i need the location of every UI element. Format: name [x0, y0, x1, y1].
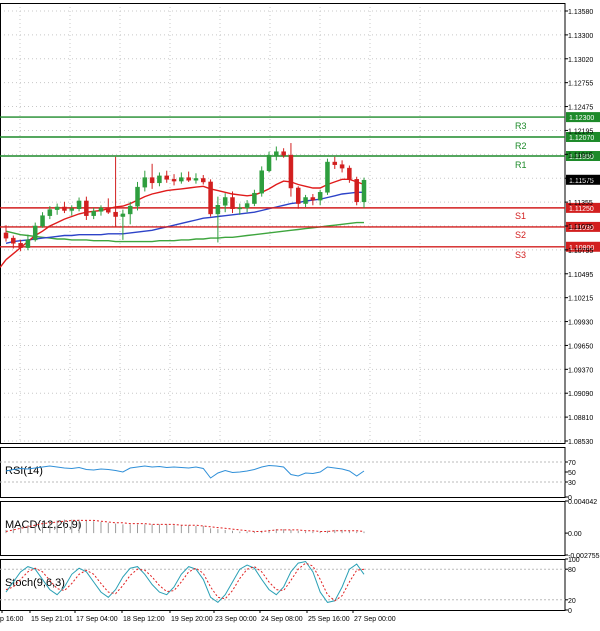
candle-body	[310, 197, 316, 201]
level-name-r2: R2	[515, 141, 527, 151]
candle-body	[171, 179, 177, 182]
price-tick-label: 1.11915	[568, 152, 593, 159]
candle-body	[40, 215, 45, 227]
g-macd-tick-label: 0.004042	[568, 499, 597, 506]
level-name-r1: R1	[515, 160, 527, 170]
price-tick-label: 1.13580	[568, 9, 593, 16]
candle-body	[339, 164, 345, 169]
candle-body	[347, 167, 352, 180]
level-price-r3: 1.12300	[569, 115, 594, 122]
price-tick-label: 1.11635	[568, 176, 593, 183]
level-name-r3: R3	[515, 121, 527, 131]
time-tick-label: 24 Sep 08:00	[261, 616, 303, 623]
candle-body	[164, 175, 169, 180]
price-tick-label: 1.12195	[568, 128, 593, 135]
candle-body	[120, 213, 126, 217]
price-tick-label: 1.10215	[568, 296, 593, 303]
candle-body	[3, 232, 9, 239]
candle-body	[47, 209, 53, 216]
price-tick-label: 1.09090	[568, 391, 593, 398]
price-tick-label: 1.10795	[568, 248, 593, 255]
candle-body	[208, 181, 213, 215]
price-tick-label: 1.09650	[568, 343, 593, 350]
candle-body	[149, 177, 155, 184]
candle-body	[288, 154, 294, 189]
candle-body	[135, 186, 140, 207]
candle-body	[281, 151, 286, 156]
level-name-s2: S2	[515, 230, 526, 240]
g-stoch-tick-label: 0	[568, 608, 572, 615]
candle-body	[127, 205, 133, 215]
g-stoch-tick-label: 20	[568, 598, 576, 605]
price-tick-label: 1.13020	[568, 57, 593, 64]
candle-body	[157, 175, 162, 184]
candle-body	[252, 192, 257, 204]
time-tick-label: 23 Sep 00:00	[215, 616, 257, 623]
time-tick-label: 27 Sep 00:00	[354, 616, 396, 623]
time-tick-label: 25 Sep 16:00	[308, 616, 350, 623]
candle-body	[230, 197, 235, 209]
level-name-s3: S3	[515, 250, 526, 260]
candle-body	[201, 178, 206, 183]
candle-body	[317, 192, 323, 201]
g-rsi-label: RSI(14)	[5, 465, 43, 477]
candle-body	[142, 177, 148, 188]
g-rsi-tick-label: 70	[568, 460, 576, 467]
price-tick-label: 1.09930	[568, 320, 593, 327]
price-tick-label: 1.11075	[568, 224, 593, 231]
level-price-r2: 1.12070	[569, 135, 594, 142]
price-tick-label: 1.13300	[568, 33, 593, 40]
time-tick-label: p 16:00	[0, 616, 23, 623]
candle-body	[332, 161, 338, 165]
candle-body	[266, 154, 272, 171]
g-macd-tick-label: 0.00	[568, 531, 582, 538]
candle-body	[215, 205, 221, 215]
g-stoch-tick-label: 100	[568, 557, 580, 564]
candle-body	[84, 200, 89, 216]
candle-body	[106, 207, 111, 213]
time-tick-label: 18 Sep 12:00	[123, 616, 165, 623]
price-tick-label: 1.08810	[568, 415, 593, 422]
candle-body	[18, 243, 23, 248]
candle-body	[186, 177, 191, 181]
candle-body	[11, 237, 16, 244]
candle-body	[32, 225, 38, 241]
price-tick-label: 1.11355	[568, 200, 593, 207]
time-tick-label: 15 Sep 21:01	[31, 616, 73, 623]
forex-chart: R3 1.12300 R2 1.12070 R1 1.11850 S1 1.11250 S2 1.…	[0, 0, 600, 626]
candle-body	[222, 197, 228, 206]
price-tick-label: 1.08530	[568, 439, 593, 446]
g-stoch-tick-label: 80	[568, 567, 576, 574]
candle-body	[361, 179, 367, 203]
candle-body	[259, 170, 264, 194]
price-tick-label: 1.12755	[568, 81, 593, 88]
level-name-s1: S1	[515, 211, 526, 221]
candle-body	[303, 197, 308, 204]
candle-body	[179, 177, 184, 182]
candle-body	[325, 161, 330, 193]
time-tick-label: 17 Sep 04:00	[76, 616, 118, 623]
chart-canvas: R31.12300R21.12070R11.11850S11.11250S21.…	[0, 0, 600, 626]
candle-body	[25, 239, 31, 248]
candle-body	[76, 200, 82, 209]
g-rsi-tick-label: 50	[568, 470, 576, 477]
g-rsi-tick-label: 30	[568, 480, 576, 487]
candle-body	[354, 179, 359, 203]
price-tick-label: 1.12475	[568, 105, 593, 112]
time-tick-label: 19 Sep 20:00	[171, 616, 213, 623]
candle-body	[274, 151, 279, 156]
candle-body	[62, 206, 67, 211]
candle-body	[91, 211, 96, 216]
candle-body	[193, 178, 199, 181]
candle-body	[237, 207, 243, 210]
candle-body	[113, 211, 118, 217]
candle-body	[54, 206, 60, 210]
candle-body	[98, 207, 104, 212]
candle-body	[295, 187, 301, 204]
candle-body	[69, 208, 75, 211]
price-tick-label: 1.09370	[568, 367, 593, 374]
candle-body	[244, 203, 250, 209]
price-tick-label: 1.10495	[568, 272, 593, 279]
